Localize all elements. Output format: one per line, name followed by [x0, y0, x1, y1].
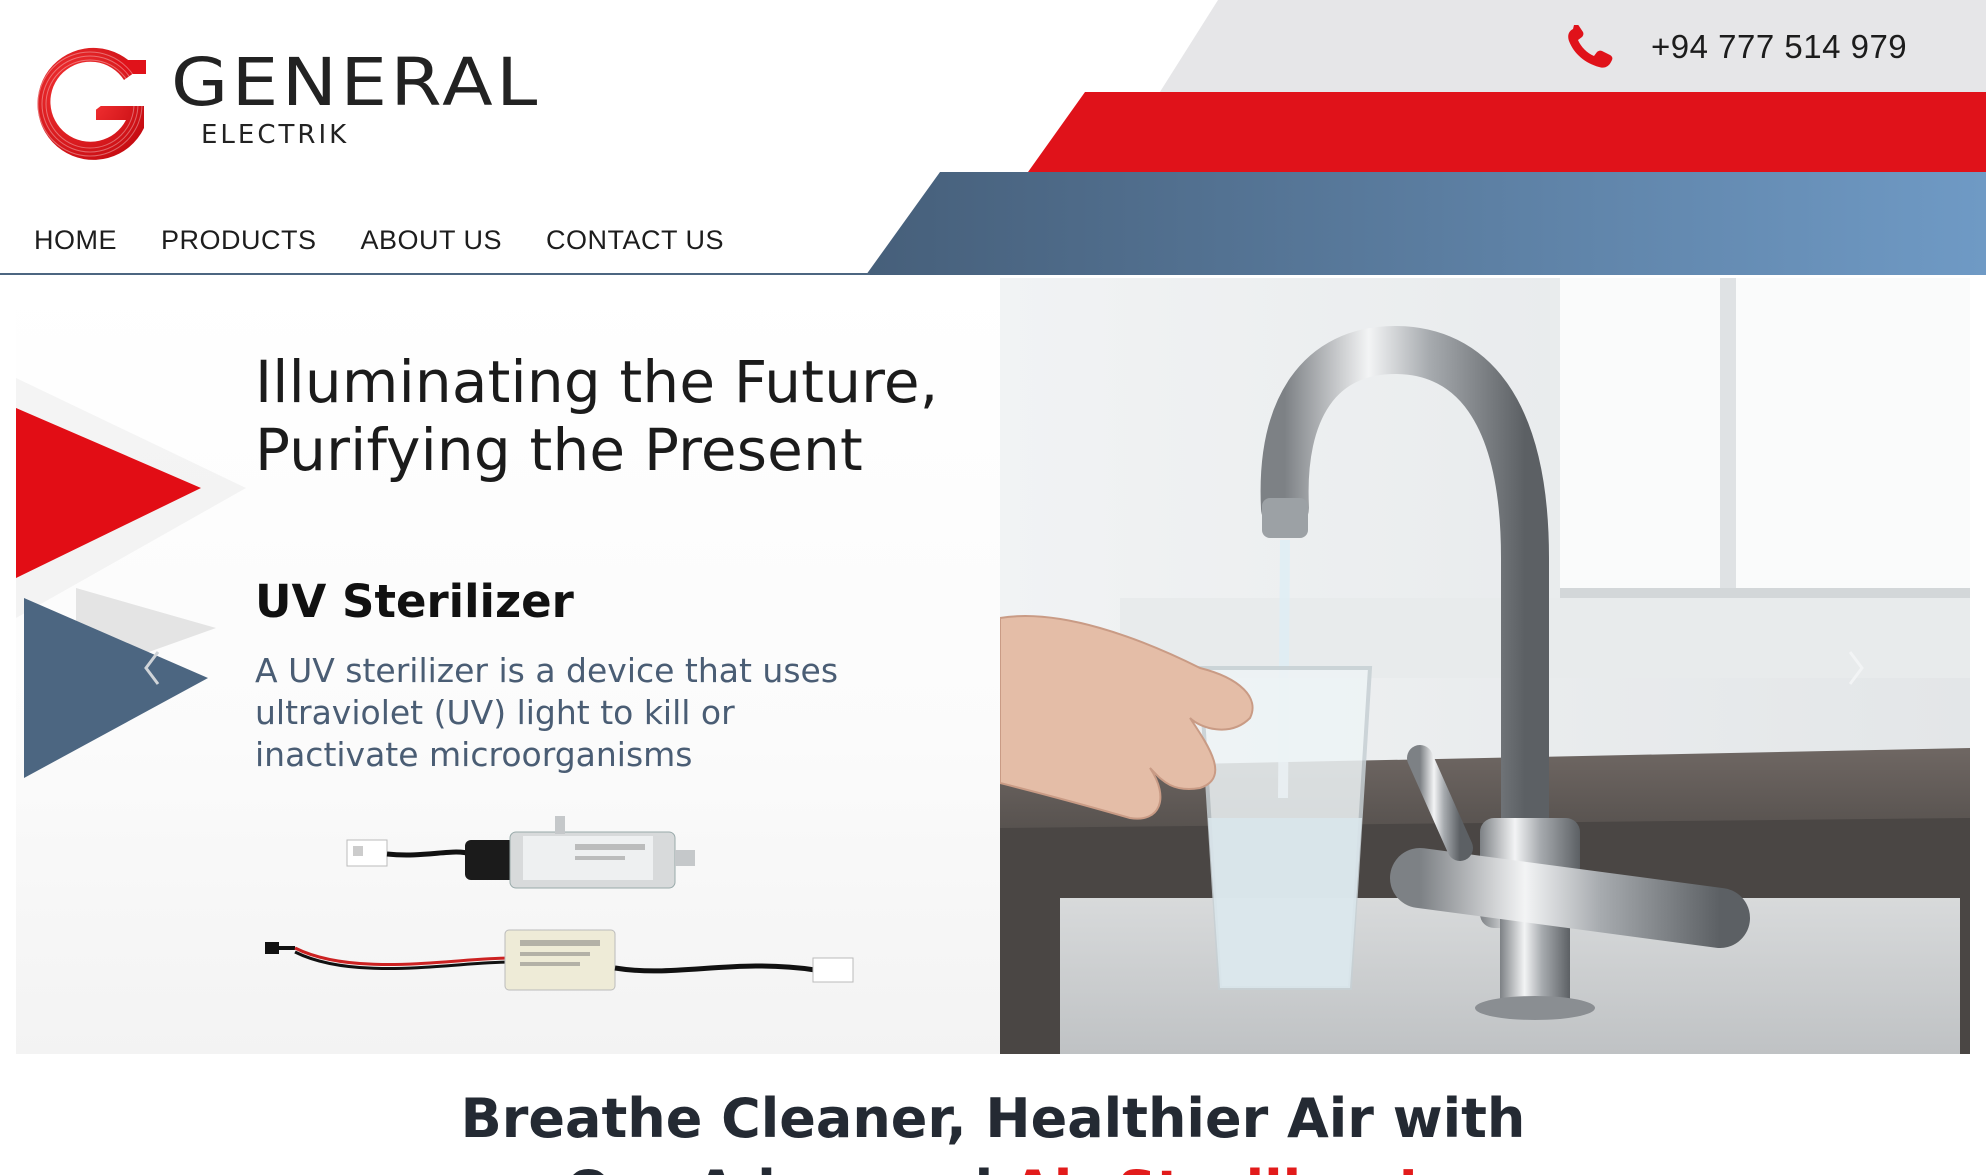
hero-carousel: Illuminating the Future, Purifying the P…	[16, 278, 1970, 1054]
air-sterilizer-section-title: Breathe Cleaner, Healthier Air with Our …	[0, 1083, 1986, 1175]
hero-faucet-image	[1000, 278, 1970, 1054]
brand-tagline: ELECTRIK	[201, 120, 350, 150]
faucet-photo-illustration	[1000, 278, 1970, 1054]
hero-heading-line-1: Illuminating the Future,	[255, 348, 939, 416]
header-phone[interactable]: +94 777 514 979	[1565, 22, 1907, 72]
nav-item-contact-us[interactable]: CONTACT US	[546, 225, 724, 256]
nav-item-products[interactable]: PRODUCTS	[161, 225, 317, 256]
hero-description-line: inactivate microorganisms	[255, 735, 693, 774]
section-title-line-2-text: Our Advanced	[566, 1159, 1012, 1175]
main-nav: HOME PRODUCTS ABOUT US CONTACT US	[34, 225, 768, 256]
section-title-line-2: Our Advanced Air Sterilizer!	[0, 1155, 1986, 1175]
chevron-right-icon	[1848, 651, 1864, 685]
hero-description-line: A UV sterilizer is a device that uses	[255, 651, 839, 690]
uv-sterilizer-product-image	[265, 816, 854, 991]
section-title-line-1: Breathe Cleaner, Healthier Air with	[460, 1087, 1526, 1150]
nav-item-about-us[interactable]: ABOUT US	[361, 225, 503, 256]
chevron-left-icon	[144, 651, 160, 685]
hero-description-line: ultraviolet (UV) light to kill or	[255, 693, 735, 732]
hero-heading-line-2: Purifying the Present	[255, 416, 863, 484]
carousel-next-button[interactable]	[1836, 638, 1876, 698]
carousel-prev-button[interactable]	[132, 638, 172, 698]
phone-icon	[1568, 25, 1613, 68]
nav-item-home[interactable]: HOME	[34, 225, 117, 256]
brand-name: GENERAL	[171, 44, 541, 121]
site-header: GENERAL ELECTRIK +94 777 514 979 HOME PR…	[0, 0, 1986, 275]
hero-heading: Illuminating the Future, Purifying the P…	[255, 348, 938, 484]
hero-description: A UV sterilizer is a device that uses ul…	[255, 650, 935, 776]
phone-number[interactable]: +94 777 514 979	[1651, 28, 1907, 66]
hero-subtitle: UV Sterilizer	[255, 575, 574, 628]
section-title-highlight: Air Sterilizer!	[1012, 1159, 1421, 1175]
header-blue-band	[866, 172, 1986, 275]
brand-logo[interactable]: GENERAL ELECTRIK	[26, 40, 616, 170]
header-divider	[0, 273, 870, 275]
ge-logo-icon	[37, 47, 146, 160]
